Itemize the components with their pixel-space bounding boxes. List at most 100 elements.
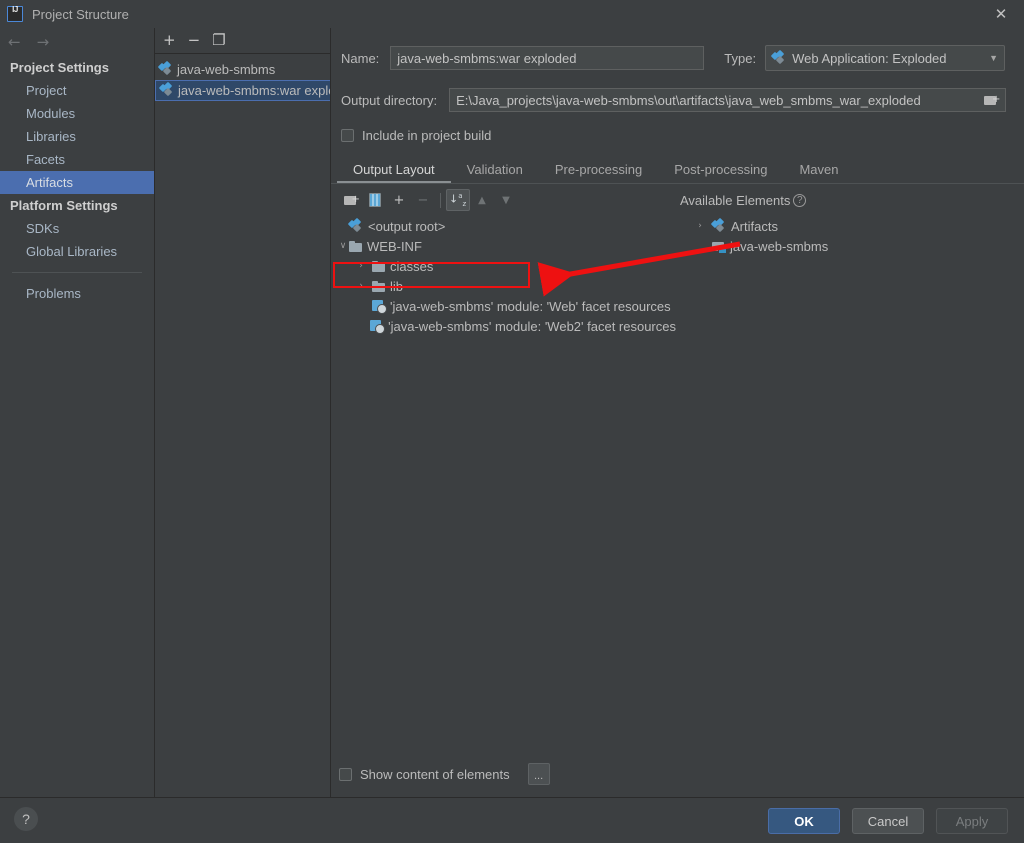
tab-validation[interactable]: Validation <box>451 163 539 183</box>
artifact-editor-panel: Name: java-web-smbms:war exploded Type: … <box>330 28 1024 797</box>
move-down-button[interactable]: ▼ <box>494 189 518 211</box>
output-layout-tree: <output root> ∨ WEB-INF › classes › lib <box>331 216 676 336</box>
chevron-down-icon[interactable]: ▼ <box>989 53 998 63</box>
title-bar: Project Structure ✕ <box>0 0 1024 28</box>
folder-icon <box>372 260 385 272</box>
tree-row[interactable]: <output root> <box>335 216 676 236</box>
include-in-build-checkbox[interactable] <box>341 129 354 142</box>
window-title: Project Structure <box>32 6 129 22</box>
sidebar-group-platform-settings: Platform Settings <box>10 198 118 213</box>
help-button[interactable]: ? <box>14 807 38 831</box>
artifact-list-item[interactable]: java-web-smbms:war exploded <box>155 80 331 101</box>
dialog-actions: OK Cancel Apply <box>768 808 1008 834</box>
tree-row-label: java-web-smbms <box>730 238 829 254</box>
sidebar-item-label: Project <box>26 83 67 98</box>
artifacts-list-panel: + − ❐ java-web-smbms java-web-smbms:war … <box>154 28 331 825</box>
sidebar-item-label: Libraries <box>26 129 76 144</box>
sidebar-item-modules[interactable]: Modules <box>0 102 154 125</box>
sidebar-item-sdks[interactable]: SDKs <box>0 217 154 240</box>
cancel-button[interactable]: Cancel <box>852 808 924 834</box>
artifact-name-input[interactable]: java-web-smbms:war exploded <box>390 46 705 70</box>
folder-browse-icon[interactable] <box>984 94 1000 106</box>
sidebar-item-artifacts[interactable]: Artifacts <box>0 171 154 194</box>
tab-maven[interactable]: Maven <box>783 163 854 183</box>
folder-icon <box>349 240 362 252</box>
tree-row-label: WEB-INF <box>367 238 422 254</box>
tree-twisty[interactable]: › <box>694 221 706 231</box>
output-directory-input[interactable]: E:\Java_projects\java-web-smbms\out\arti… <box>449 88 1006 112</box>
close-icon[interactable]: ✕ <box>978 0 1024 28</box>
artifact-type-select[interactable]: Web Application: Exploded ▼ <box>765 45 1006 71</box>
artifact-icon <box>710 217 726 233</box>
show-content-options-button[interactable]: ... <box>527 763 550 785</box>
sidebar-item-global-libraries[interactable]: Global Libraries <box>0 240 154 263</box>
sidebar-group-project-settings: Project Settings <box>10 60 109 75</box>
tree-row[interactable]: 'java-web-smbms' module: 'Web2' facet re… <box>335 316 676 336</box>
artifact-icon <box>157 60 173 76</box>
facet-icon <box>370 320 386 334</box>
tree-row-label: Artifacts <box>731 218 778 234</box>
tree-row[interactable]: › Artifacts <box>676 216 1021 236</box>
tab-post-processing[interactable]: Post-processing <box>658 163 783 183</box>
sidebar-item-problems[interactable]: Problems <box>0 282 154 305</box>
dialog-button-bar: ? OK Cancel Apply <box>0 797 1024 843</box>
copy-artifact-button[interactable]: ❐ <box>212 33 225 48</box>
tree-row-label: 'java-web-smbms' module: 'Web2' facet re… <box>388 318 676 334</box>
tree-row[interactable]: ∨ WEB-INF <box>335 236 676 256</box>
available-elements-tree: › Artifacts java-web-smbms <box>676 216 1021 256</box>
tree-twisty[interactable]: › <box>355 261 367 271</box>
folder-icon <box>372 280 385 292</box>
tab-output-layout[interactable]: Output Layout <box>337 163 451 183</box>
sidebar-item-label: Facets <box>26 152 66 167</box>
editor-tabs: Output Layout Validation Pre-processing … <box>331 157 1024 183</box>
sort-elements-button[interactable]: ↓az <box>446 189 470 211</box>
folder-add-icon <box>343 194 360 206</box>
available-elements-title: Available Elements <box>680 192 791 208</box>
tab-pre-processing[interactable]: Pre-processing <box>539 163 658 183</box>
sidebar-item-facets[interactable]: Facets <box>0 148 154 171</box>
artifact-icon <box>347 217 363 233</box>
ok-button[interactable]: OK <box>768 808 840 834</box>
include-in-build-label: Include in project build <box>362 128 492 143</box>
tree-twisty[interactable]: › <box>355 281 367 291</box>
sidebar-item-libraries[interactable]: Libraries <box>0 125 154 148</box>
output-directory-row: Output directory: E:\Java_projects\java-… <box>331 88 1024 112</box>
tree-twisty-expanded[interactable]: ∨ <box>337 241 349 251</box>
toolbar-separator <box>440 192 441 208</box>
project-structure-dialog: Project Structure ✕ ← → Project Settings… <box>0 0 1024 843</box>
tree-row-label: classes <box>390 258 434 274</box>
create-directory-button[interactable] <box>339 189 363 211</box>
artifact-list-item[interactable]: java-web-smbms <box>155 60 330 79</box>
remove-element-button[interactable]: − <box>411 189 435 211</box>
tree-row-lib[interactable]: › lib <box>335 276 676 296</box>
artifacts-list-body: java-web-smbms java-web-smbms:war explod… <box>155 60 331 825</box>
output-directory-label: Output directory: <box>341 92 438 108</box>
name-type-row: Name: java-web-smbms:war exploded Type: … <box>331 45 1024 71</box>
artifact-icon <box>158 81 174 97</box>
tree-row[interactable]: 'java-web-smbms' module: 'Web' facet res… <box>335 296 676 316</box>
available-elements-header: Available Elements ? <box>680 192 807 208</box>
show-content-label: Show content of elements <box>360 766 510 782</box>
add-copy-of-button[interactable]: + <box>387 189 411 211</box>
tree-row-label: 'java-web-smbms' module: 'Web' facet res… <box>390 298 671 314</box>
facet-icon <box>372 300 387 314</box>
tree-row-label: lib <box>390 278 404 294</box>
tree-row[interactable]: › classes <box>335 256 676 276</box>
help-icon[interactable]: ? <box>793 193 807 207</box>
tree-row[interactable]: java-web-smbms <box>676 236 1021 256</box>
apply-button[interactable]: Apply <box>936 808 1008 834</box>
add-artifact-button[interactable]: + <box>163 33 176 48</box>
move-up-button[interactable]: ▲ <box>470 189 494 211</box>
forward-arrow-icon[interactable]: → <box>37 34 50 50</box>
name-label: Name: <box>341 50 380 66</box>
type-label: Type: <box>724 50 757 66</box>
remove-artifact-button[interactable]: − <box>188 33 201 48</box>
sidebar-item-project[interactable]: Project <box>0 79 154 102</box>
sidebar-divider <box>12 272 142 273</box>
create-archive-button[interactable] <box>363 189 387 211</box>
artifact-icon <box>770 49 786 65</box>
artifact-item-label: java-web-smbms <box>177 62 276 77</box>
show-content-checkbox[interactable] <box>339 767 352 781</box>
include-in-project-build-row[interactable]: Include in project build <box>331 128 1024 143</box>
back-arrow-icon[interactable]: ← <box>8 34 21 50</box>
